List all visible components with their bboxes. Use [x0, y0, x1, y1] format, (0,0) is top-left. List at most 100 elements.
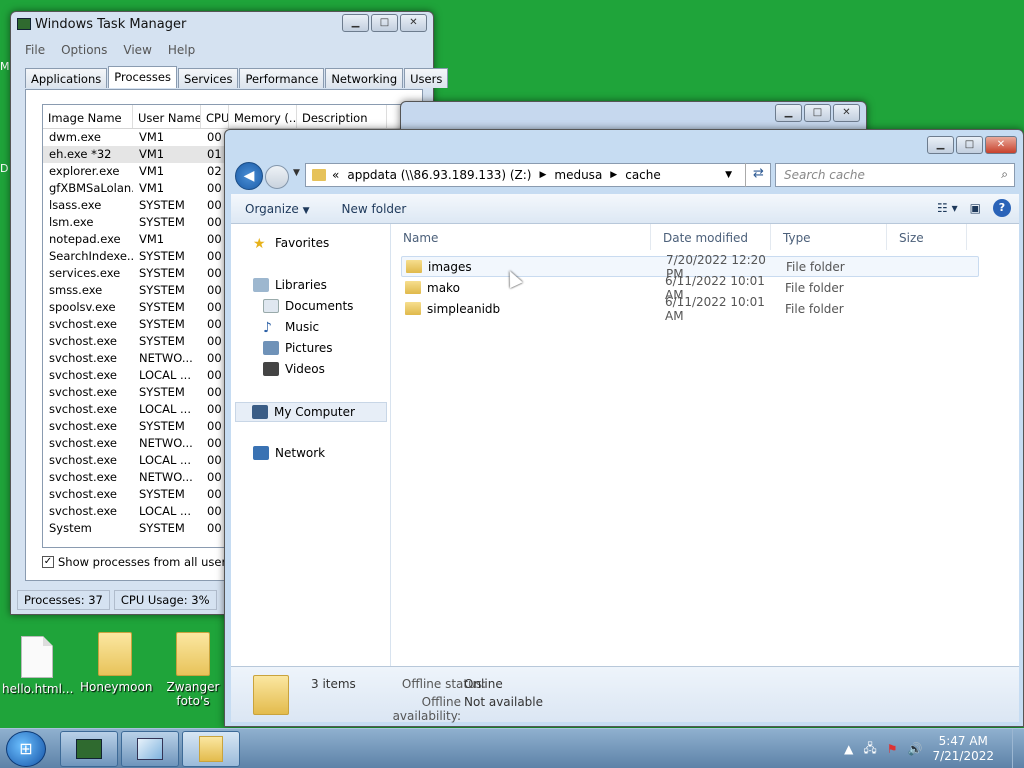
explorer-window[interactable]: ▁ □ ✕ ◀ ▼ « appdata (\\86.93.189.133) (Z… — [224, 129, 1024, 727]
taskbar-task-manager[interactable] — [60, 731, 118, 767]
breadcrumb-overflow[interactable]: « — [332, 168, 339, 182]
offline-status-value: Online — [464, 677, 503, 691]
maximize-button[interactable]: □ — [804, 104, 831, 122]
tab-performance[interactable]: Performance — [239, 68, 325, 88]
tab-networking[interactable]: Networking — [325, 68, 404, 88]
process-name: smss.exe — [49, 283, 103, 297]
address-dropdown-icon[interactable]: ▼ — [725, 170, 732, 180]
taskbar-explorer[interactable] — [182, 731, 240, 767]
new-folder-button[interactable]: New folder — [342, 202, 407, 216]
breadcrumb-chevron-icon[interactable]: ▶ — [539, 170, 546, 180]
column-size[interactable]: Size — [887, 224, 967, 250]
process-name: svchost.exe — [49, 470, 118, 484]
documents-icon — [263, 299, 279, 313]
breadcrumb-cache[interactable]: cache — [625, 168, 661, 182]
checkbox-checked-icon[interactable]: ✓ — [42, 556, 54, 568]
process-user: SYSTEM — [139, 198, 185, 212]
show-all-label: Show processes from all users — [58, 555, 233, 569]
process-user: SYSTEM — [139, 300, 185, 314]
search-input[interactable]: Search cache ⌕ — [775, 163, 1015, 187]
nav-videos[interactable]: Videos — [263, 362, 325, 376]
menu-help[interactable]: Help — [168, 43, 195, 57]
breadcrumb-chevron-icon[interactable]: ▶ — [610, 170, 617, 180]
minimize-button[interactable]: ▁ — [927, 136, 954, 154]
forward-arrow-icon[interactable] — [265, 165, 289, 189]
column-user-name[interactable]: User Name — [133, 105, 201, 128]
organize-button[interactable]: Organize ▼ — [245, 202, 310, 216]
minimize-button[interactable]: ▁ — [775, 104, 802, 122]
nav-my-computer[interactable]: My Computer — [235, 402, 387, 422]
recent-pages-chevron-icon[interactable]: ▼ — [293, 168, 300, 178]
tab-applications[interactable]: Applications — [25, 68, 108, 88]
action-center-flag-icon[interactable]: ⚑ — [887, 742, 898, 756]
taskbar-app[interactable] — [121, 731, 179, 767]
tab-users[interactable]: Users — [404, 68, 449, 88]
nav-libraries[interactable]: Libraries — [253, 278, 327, 292]
minimize-button[interactable]: ▁ — [342, 14, 369, 32]
nav-documents[interactable]: Documents — [263, 299, 353, 313]
tab-processes[interactable]: Processes — [108, 66, 177, 88]
refresh-icon[interactable]: ⇄ — [745, 163, 771, 187]
process-user: SYSTEM — [139, 487, 185, 501]
network-tray-icon[interactable]: 🖧 — [863, 739, 876, 760]
column-cpu[interactable]: CPU — [201, 105, 229, 128]
file-list-header: Name Date modified Type Size — [391, 224, 1019, 250]
file-list[interactable]: Name Date modified Type Size images 7/20… — [391, 224, 1019, 666]
tab-services[interactable]: Services — [177, 68, 239, 88]
show-hidden-icons-icon[interactable]: ▲ — [844, 742, 853, 756]
desktop-icon-label: Honeymoon — [80, 680, 153, 694]
nav-pictures[interactable]: Pictures — [263, 341, 333, 355]
computer-icon — [252, 405, 268, 419]
column-memory[interactable]: Memory (... — [229, 105, 297, 128]
preview-pane-icon[interactable]: ▣ — [970, 201, 981, 215]
close-button[interactable]: ✕ — [400, 14, 427, 32]
chevron-down-icon: ▼ — [302, 205, 310, 216]
desktop-icon-zwanger-fotos[interactable]: Zwanger foto's — [158, 632, 228, 708]
nav-music[interactable]: ♪ Music — [263, 320, 319, 336]
start-button[interactable]: ⊞ — [6, 731, 46, 767]
desktop-edge-stub: M — [0, 60, 10, 73]
process-user: SYSTEM — [139, 215, 185, 229]
file-row-simpleanidb[interactable]: simpleanidb 6/11/2022 10:01 AM File fold… — [401, 295, 979, 323]
maximize-button[interactable]: □ — [956, 136, 983, 154]
volume-icon[interactable]: 🔊 — [908, 742, 923, 756]
column-type[interactable]: Type — [771, 224, 887, 250]
task-manager-titlebar[interactable]: Windows Task Manager ▁ □ ✕ — [11, 12, 433, 38]
desktop-icon-label: hello.html... — [2, 682, 74, 696]
column-image-name[interactable]: Image Name — [43, 105, 133, 128]
clock[interactable]: 5:47 AM 7/21/2022 — [932, 734, 994, 764]
close-button[interactable]: ✕ — [833, 104, 860, 122]
menu-file[interactable]: File — [25, 43, 45, 57]
back-arrow-icon[interactable]: ◀ — [235, 162, 263, 190]
search-icon[interactable]: ⌕ — [1001, 167, 1008, 182]
address-bar[interactable]: « appdata (\\86.93.189.133) (Z:) ▶ medus… — [305, 163, 771, 187]
show-all-processes-checkbox[interactable]: ✓ Show processes from all users — [42, 555, 232, 569]
desktop-icon-hello-html[interactable]: hello.html... — [2, 636, 74, 696]
breadcrumb-drive[interactable]: appdata (\\86.93.189.133) (Z:) — [347, 168, 531, 182]
libraries-icon — [253, 278, 269, 292]
show-desktop-button[interactable] — [1012, 729, 1024, 768]
menu-view[interactable]: View — [123, 43, 151, 57]
menu-options[interactable]: Options — [61, 43, 107, 57]
pictures-icon — [263, 341, 279, 355]
explorer-titlebar[interactable]: ▁ □ ✕ — [225, 130, 1023, 156]
column-description[interactable]: Description — [297, 105, 387, 128]
column-date-modified[interactable]: Date modified — [651, 224, 771, 250]
column-name[interactable]: Name — [391, 224, 651, 250]
change-view-icon[interactable]: ☷ ▾ — [937, 201, 958, 215]
process-user: VM1 — [139, 147, 165, 161]
process-name: svchost.exe — [49, 436, 118, 450]
task-manager-app-icon — [17, 18, 31, 30]
help-icon[interactable]: ? — [993, 199, 1011, 217]
background-window-titlebar[interactable]: ▁ □ ✕ — [401, 102, 866, 128]
process-name: svchost.exe — [49, 487, 118, 501]
close-button[interactable]: ✕ — [985, 136, 1017, 154]
process-user: NETWO... — [139, 351, 193, 365]
nav-favorites[interactable]: ★ Favorites — [253, 236, 329, 252]
desktop-icon-honeymoon[interactable]: Honeymoon — [80, 632, 153, 694]
nav-label: Videos — [285, 362, 325, 376]
maximize-button[interactable]: □ — [371, 14, 398, 32]
nav-network[interactable]: Network — [253, 446, 325, 460]
breadcrumb-medusa[interactable]: medusa — [554, 168, 602, 182]
file-type: File folder — [785, 280, 844, 295]
